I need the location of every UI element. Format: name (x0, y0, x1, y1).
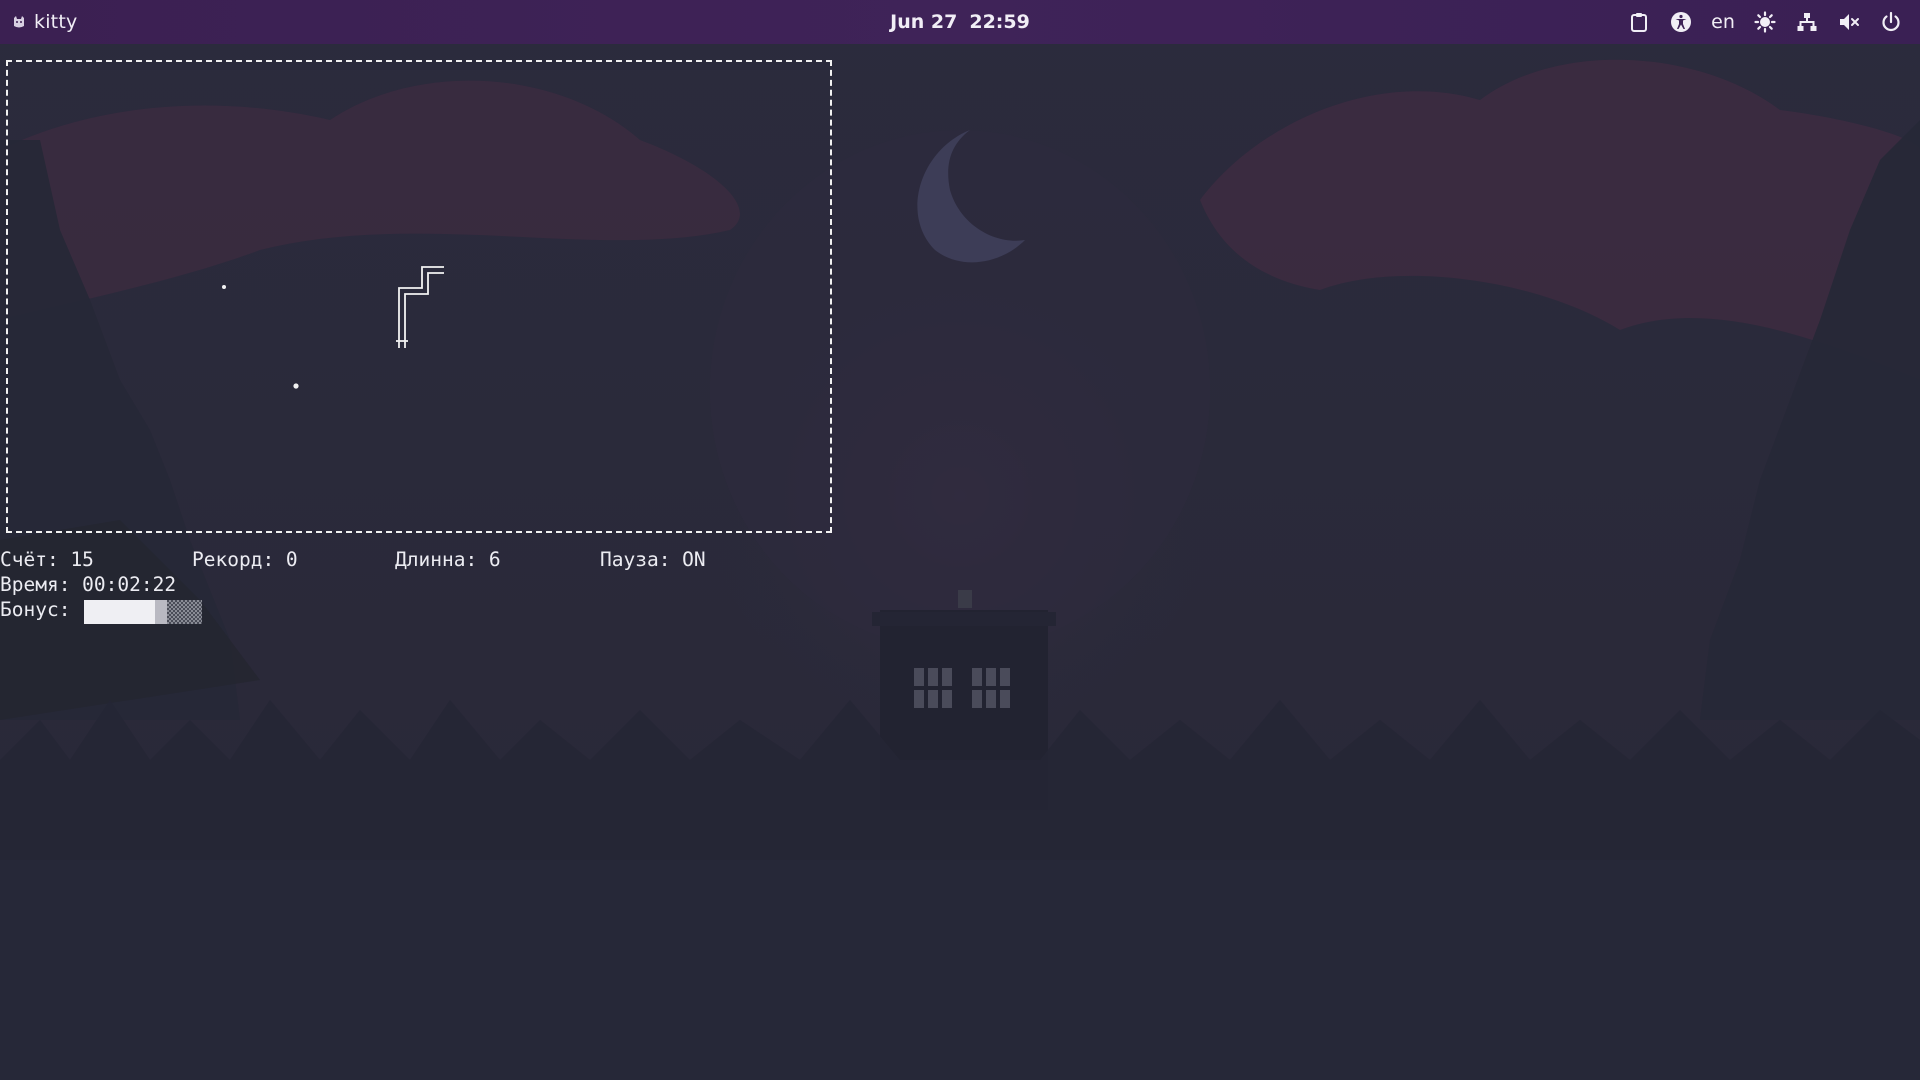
food-pellet (222, 285, 226, 289)
keyboard-layout-label: en (1711, 11, 1735, 33)
bonus-progress-edge (155, 600, 167, 624)
bonus-progress-fill (84, 600, 155, 624)
brightness-indicator[interactable] (1744, 0, 1786, 44)
network-indicator[interactable] (1786, 0, 1828, 44)
clipboard-indicator[interactable] (1618, 0, 1660, 44)
clock-button[interactable]: Jun 27 22:59 (890, 0, 1030, 44)
bonus-progress-remaining (167, 600, 202, 624)
length-label: Длинна: 6 (395, 548, 501, 571)
game-field[interactable] (6, 60, 832, 533)
kitty-app-icon (14, 16, 24, 28)
clock-date: Jun 27 (890, 11, 958, 33)
app-menu[interactable]: kitty (12, 0, 77, 44)
keyboard-layout-indicator[interactable]: en (1702, 0, 1744, 44)
power-menu[interactable] (1870, 0, 1912, 44)
top-panel: kitty Jun 27 22:59 en (0, 0, 1920, 44)
record-label: Рекорд: 0 (192, 548, 298, 571)
brightness-icon (1754, 11, 1776, 33)
game-field-canvas (222, 266, 444, 389)
score-label: Счёт: 15 (0, 548, 94, 571)
bonus-progress-bar (84, 600, 202, 624)
clock-time: 22:59 (969, 11, 1030, 33)
volume-indicator[interactable] (1828, 0, 1870, 44)
volume-muted-icon (1840, 14, 1859, 30)
network-icon (1797, 13, 1817, 31)
app-name: kitty (34, 11, 78, 33)
bonus-label: Бонус: (0, 598, 71, 621)
clipboard-icon (1631, 13, 1647, 32)
snake (396, 266, 444, 348)
pause-label: Пауза: ON (600, 548, 706, 571)
system-tray: en (1618, 0, 1912, 44)
accessibility-menu[interactable] (1660, 0, 1702, 44)
time-label: Время: 00:02:22 (0, 573, 177, 596)
power-icon (1882, 11, 1900, 32)
accessibility-icon (1671, 12, 1691, 32)
food-pellet (293, 383, 299, 389)
